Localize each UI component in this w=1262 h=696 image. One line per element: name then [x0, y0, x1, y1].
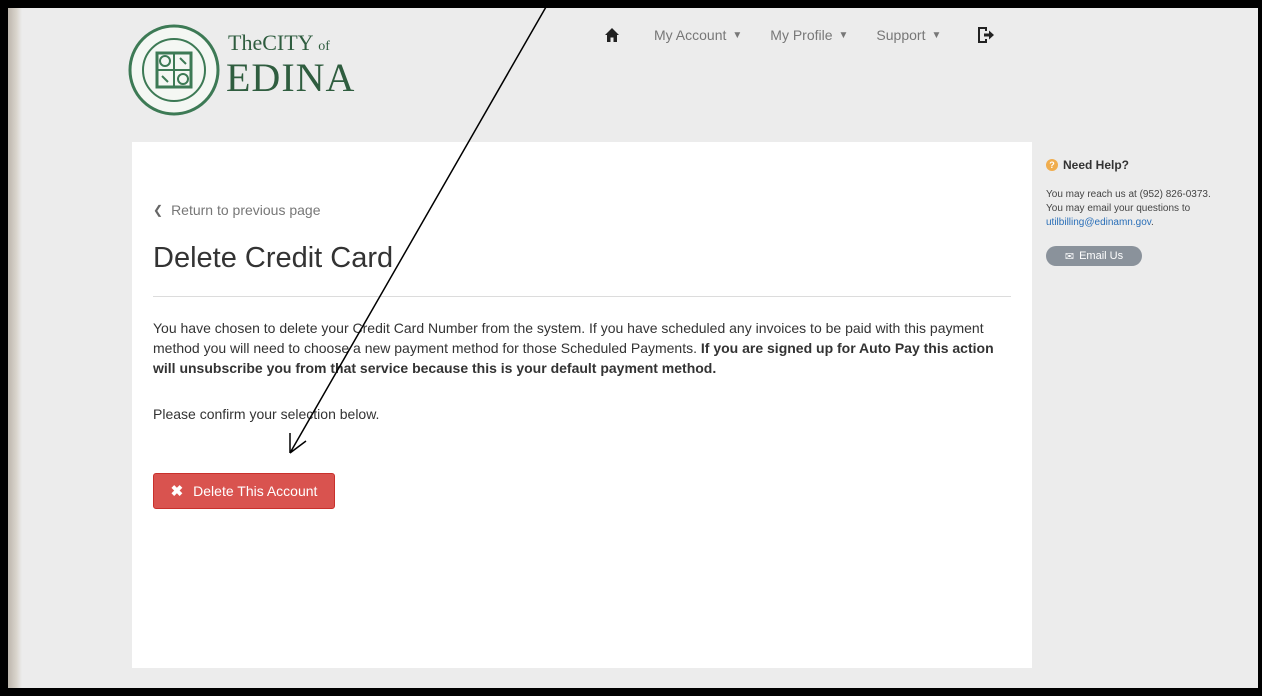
help-title: Need Help?	[1063, 158, 1130, 172]
close-icon: ✖	[170, 483, 184, 500]
divider	[153, 296, 1011, 297]
email-us-button[interactable]: ✉ Email Us	[1046, 246, 1142, 266]
logo-text-edina: EDINA	[226, 55, 356, 100]
chevron-down-icon: ▼	[931, 29, 942, 41]
chevron-left-icon: ❮	[153, 203, 164, 217]
logo-text-the-city: TheCITY of	[228, 30, 330, 56]
help-panel: ? Need Help? You may reach us at (952) 8…	[1046, 158, 1256, 266]
nav-my-profile-label: My Profile	[770, 27, 833, 43]
delete-warning-message: You have chosen to delete your Credit Ca…	[153, 318, 1003, 378]
help-text: You may reach us at (952) 826-0373. You …	[1046, 188, 1256, 230]
confirm-instruction: Please confirm your selection below.	[153, 406, 380, 422]
page-title: Delete Credit Card	[153, 242, 394, 274]
help-email-period: .	[1151, 217, 1154, 228]
nav-my-profile[interactable]: My Profile ▼	[770, 27, 848, 43]
nav-my-account-label: My Account	[654, 27, 727, 43]
return-link[interactable]: ❮ Return to previous page	[153, 202, 321, 218]
chevron-down-icon: ▼	[838, 29, 849, 41]
window-edge	[8, 8, 22, 688]
nav-support[interactable]: Support ▼	[876, 27, 941, 43]
delete-account-button[interactable]: ✖ Delete This Account	[153, 473, 335, 509]
help-email-link[interactable]: utilbilling@edinamn.gov	[1046, 217, 1151, 228]
help-heading: ? Need Help?	[1046, 158, 1256, 172]
content-card: ❮ Return to previous page Delete Credit …	[132, 142, 1032, 668]
envelope-icon: ✉	[1064, 250, 1075, 263]
chevron-down-icon: ▼	[732, 29, 743, 41]
nav-support-label: Support	[876, 27, 926, 43]
help-email-text: You may email your questions to	[1046, 203, 1191, 214]
delete-button-label: Delete This Account	[193, 483, 318, 499]
question-icon: ?	[1046, 159, 1058, 171]
logo-the: The	[228, 30, 263, 55]
nav-my-account[interactable]: My Account ▼	[654, 27, 742, 43]
return-link-label: Return to previous page	[171, 202, 321, 218]
city-seal-icon	[128, 24, 220, 116]
city-logo[interactable]: TheCITY of EDINA	[128, 24, 368, 116]
top-navbar: My Account ▼ My Profile ▼ Support ▼	[604, 20, 995, 50]
home-icon[interactable]	[604, 27, 620, 43]
logo-city: CITY	[262, 30, 313, 55]
email-us-label: Email Us	[1079, 250, 1124, 262]
help-phone-text: You may reach us at (952) 826-0373.	[1046, 189, 1211, 200]
logo-of: of	[318, 39, 330, 54]
logout-icon[interactable]	[975, 25, 995, 45]
